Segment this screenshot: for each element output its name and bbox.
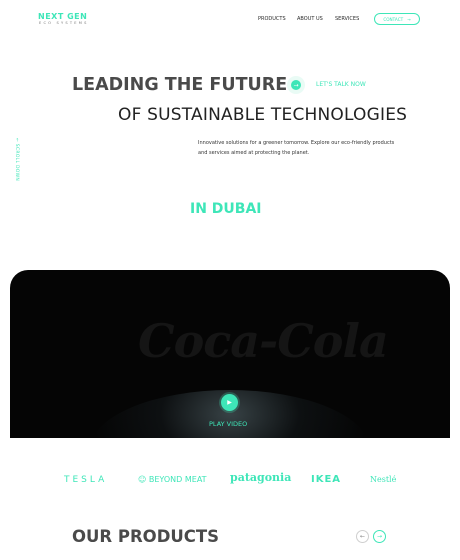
video-player[interactable]: Coca-Cola ▶ PLAY VIDEO (10, 270, 450, 438)
beyond-meat-icon: ☺ (138, 475, 147, 484)
brand-logo-beyond-meat: ☺ BEYOND MEAT (138, 473, 207, 487)
arrow-right-icon: → (407, 16, 411, 22)
arrow-left-icon: ← (359, 533, 366, 540)
brand-logo-patagonia: patagonia (230, 471, 292, 484)
hero-heading-line2: OF SUSTAINABLE TECHNOLOGIES (118, 105, 408, 125)
nav-about-us[interactable]: ABOUT US (297, 16, 323, 23)
arrow-right-icon: → (291, 80, 301, 90)
products-prev-button[interactable]: ← (356, 530, 369, 543)
arrow-right-icon: → (376, 533, 383, 540)
talk-now-button[interactable]: → (287, 76, 305, 94)
scroll-down-indicator[interactable]: ← SCROLL DOWN (7, 138, 19, 196)
logo-subtitle: ECO SYSTEMS (39, 21, 89, 25)
brand-logo-nestle: Nestlé (370, 475, 397, 484)
hero-heading-line1: LEADING THE FUTURE (72, 75, 288, 95)
scroll-down-label: ← SCROLL DOWN (14, 138, 19, 182)
brand-label: BEYOND MEAT (148, 475, 207, 484)
products-next-button[interactable]: → (373, 530, 386, 543)
contact-label: CONTACT (383, 16, 404, 22)
contact-button[interactable]: CONTACT → (374, 13, 420, 25)
logo-text[interactable]: NEXT GEN (38, 12, 87, 21)
hero-description: Innovative solutions for a greener tomor… (198, 140, 395, 156)
products-heading: OUR PRODUCTS (72, 527, 220, 546)
location-heading: IN DUBAI (190, 201, 262, 217)
play-video-label[interactable]: PLAY VIDEO (209, 420, 247, 428)
play-button[interactable]: ▶ (221, 394, 238, 411)
nav-services[interactable]: SERVICES (335, 16, 359, 23)
talk-now-link[interactable]: LET'S TALK NOW (316, 81, 366, 89)
brand-logo-tesla: TESLA (64, 475, 108, 485)
video-brand-watermark: Coca-Cola (138, 314, 389, 368)
play-icon: ▶ (227, 399, 232, 406)
nav-products[interactable]: PRODUCTS (258, 16, 286, 23)
brand-logo-ikea: IKEA (311, 474, 342, 485)
